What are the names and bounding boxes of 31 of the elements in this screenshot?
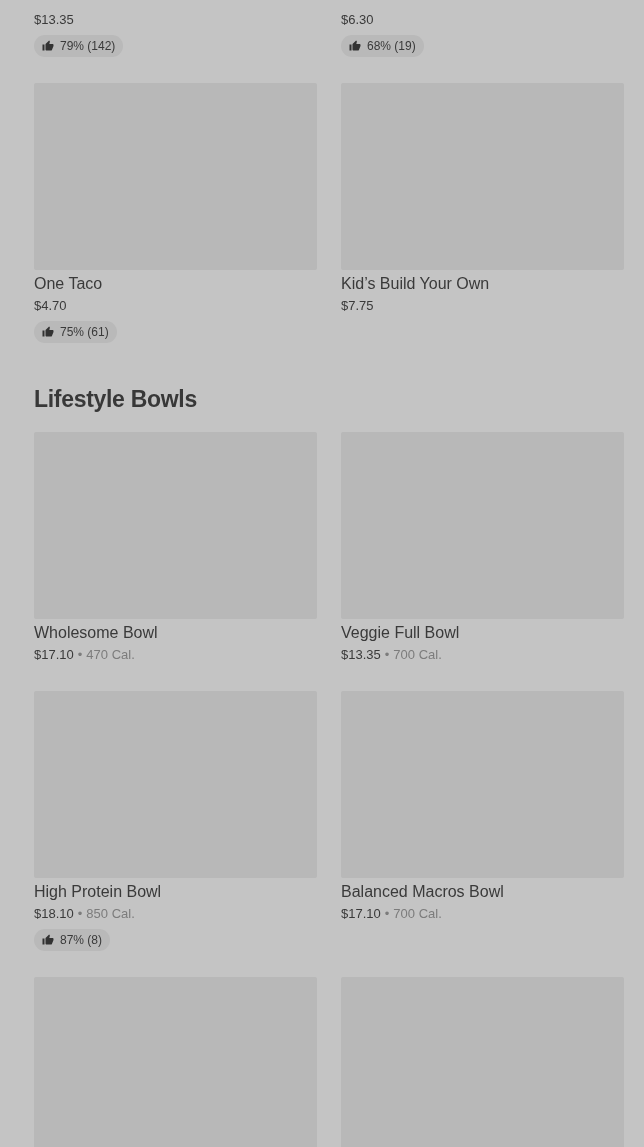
rating-badge: 68% (19) (341, 35, 424, 57)
rating-badge: 75% (61) (34, 321, 117, 343)
thumbs-up-icon (42, 40, 54, 52)
rating-badge: 79% (142) (34, 35, 124, 57)
item-name: Kid’s Build Your Own (341, 274, 491, 294)
item-calories: 470 Cal. (86, 646, 135, 664)
item-name: Veggie Full Bowl (341, 623, 461, 643)
section-heading: Lifestyle Bowls (34, 385, 198, 414)
thumbs-up-icon (42, 326, 54, 338)
item-name: High Protein Bowl (34, 882, 163, 902)
item-price: $6.30 (341, 11, 374, 29)
item-calories: 700 Cal. (393, 646, 442, 664)
item-name: One Taco (34, 274, 104, 294)
separator-dot: • (77, 646, 83, 664)
item-price: $18.10 (34, 905, 74, 923)
item-calories: 700 Cal. (393, 905, 442, 923)
item-price: $13.35 (341, 646, 381, 664)
item-calories: 850 Cal. (86, 905, 135, 923)
item-price: $17.10 (34, 646, 74, 664)
item-price: $17.10 (341, 905, 381, 923)
item-price: $7.75 (341, 297, 374, 315)
separator-dot: • (384, 905, 390, 923)
separator-dot: • (77, 905, 83, 923)
rating-badge: 87% (8) (34, 929, 111, 951)
item-price: $13.35 (34, 11, 74, 29)
separator-dot: • (384, 646, 390, 664)
item-price: $4.70 (34, 297, 67, 315)
thumbs-up-icon (349, 40, 361, 52)
item-name: Balanced Macros Bowl (341, 882, 505, 902)
thumbs-up-icon (42, 934, 54, 946)
item-name: Wholesome Bowl (34, 623, 159, 643)
